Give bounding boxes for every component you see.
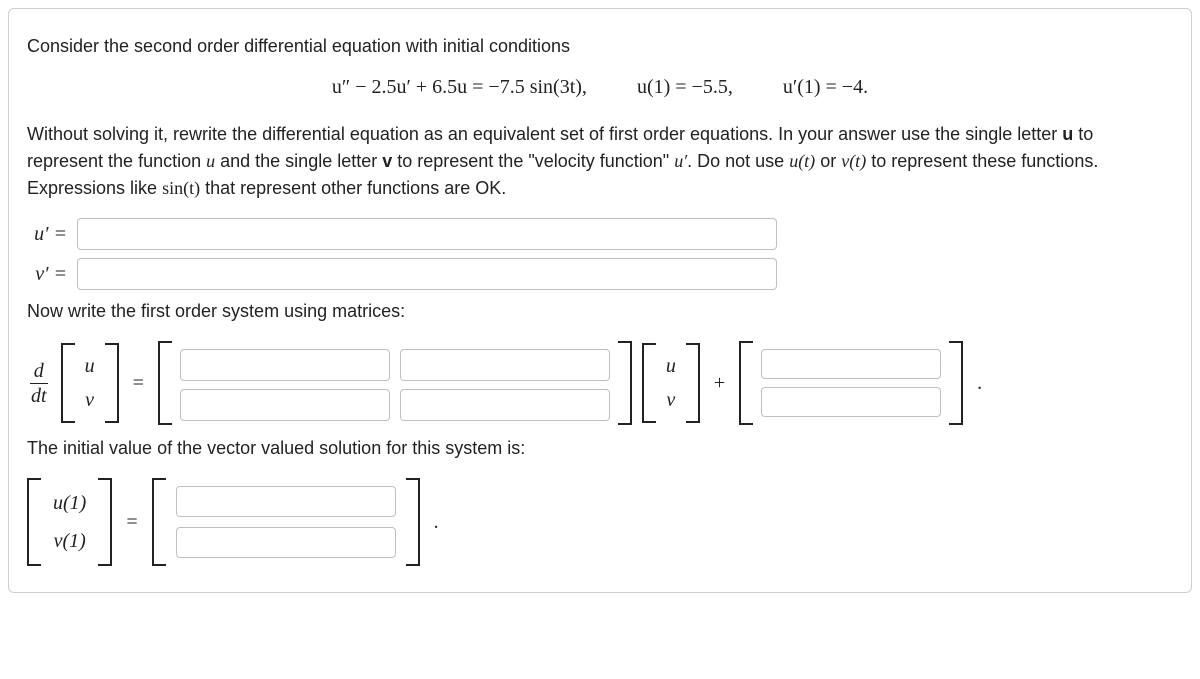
question-panel: Consider the second order differential e…	[8, 8, 1192, 593]
math-vt: v(t)	[841, 151, 866, 171]
ode: u″ − 2.5u′ + 6.5u = −7.5 sin(3t),	[332, 76, 587, 98]
uprime-input[interactable]	[77, 218, 777, 250]
bold-u: u	[1062, 124, 1073, 144]
equals-1: =	[129, 372, 148, 395]
forcing-vector	[739, 341, 963, 425]
matrix-equation: d dt u v = u v	[27, 341, 1173, 425]
vprime-input[interactable]	[77, 258, 777, 290]
iv-vector-labels: u(1) v(1)	[27, 478, 112, 566]
instructions: Without solving it, rewrite the differen…	[27, 121, 1173, 202]
ic1: u(1) = −5.5,	[637, 76, 733, 98]
uprime-label: u′ =	[27, 223, 67, 246]
iv-1[interactable]	[176, 486, 396, 517]
matrix-a21[interactable]	[180, 389, 390, 421]
iv-vector-inputs	[152, 478, 420, 566]
equation-line: u″ − 2.5u′ + 6.5u = −7.5 sin(3t), u(1) =…	[27, 76, 1173, 99]
iv-2[interactable]	[176, 527, 396, 558]
matrix-a22[interactable]	[400, 389, 610, 421]
math-u: u	[206, 151, 215, 171]
equals-2: =	[122, 511, 141, 534]
matrix-a11[interactable]	[180, 349, 390, 381]
ddt: d dt	[27, 361, 51, 406]
period-1: .	[973, 372, 982, 395]
matrix-A	[158, 341, 632, 425]
matrix-a12[interactable]	[400, 349, 610, 381]
forcing-1[interactable]	[761, 349, 941, 379]
iv-intro: The initial value of the vector valued s…	[27, 435, 1173, 462]
period-2: .	[430, 511, 439, 534]
math-sint: sin(t)	[162, 178, 200, 198]
plus: +	[710, 372, 729, 395]
uprime-row: u′ =	[27, 218, 1173, 250]
bold-v: v	[382, 151, 392, 171]
uv-vector-right: u v	[642, 343, 700, 423]
math-uprime: u′	[674, 151, 687, 171]
ic2: u′(1) = −4.	[783, 76, 868, 98]
vprime-row: v′ =	[27, 258, 1173, 290]
uv-vector-left: u v	[61, 343, 119, 423]
math-ut: u(t)	[789, 151, 815, 171]
matrix-intro: Now write the first order system using m…	[27, 298, 1173, 325]
forcing-2[interactable]	[761, 387, 941, 417]
intro-text: Consider the second order differential e…	[27, 33, 1173, 60]
vprime-label: v′ =	[27, 263, 67, 286]
iv-equation: u(1) v(1) = .	[27, 478, 1173, 566]
